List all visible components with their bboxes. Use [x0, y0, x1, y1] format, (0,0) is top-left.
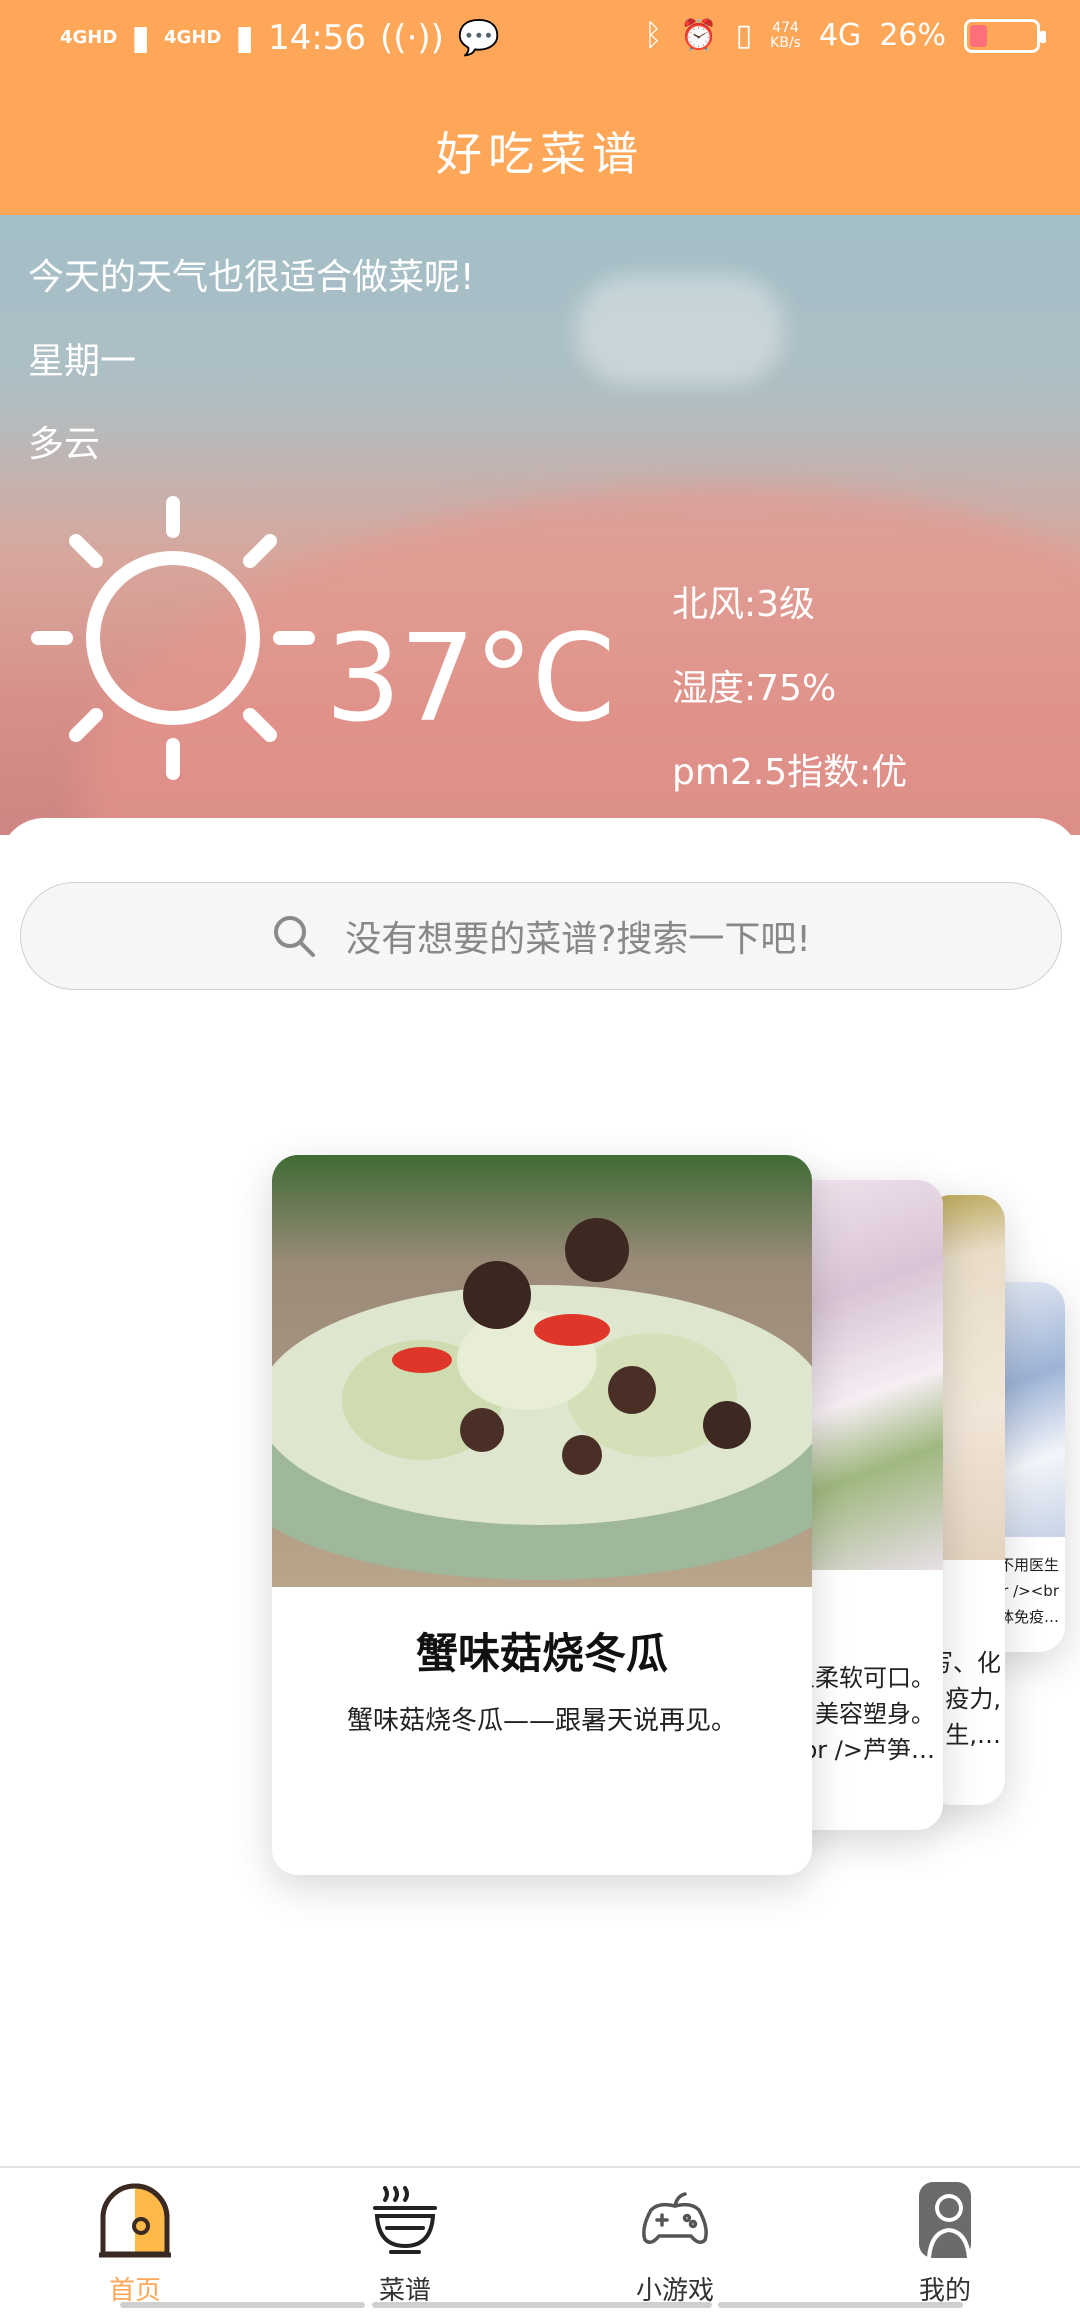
battery-fill	[970, 24, 987, 47]
weather-condition: 多云	[28, 424, 101, 465]
temperature-value: 37°C	[325, 610, 615, 749]
nav-indicator	[718, 2302, 963, 2308]
recipe-image	[272, 1155, 812, 1587]
humidity-info: 湿度:75%	[672, 668, 837, 709]
status-right: ᛒ ⏰ ▯ 474 KB/s 4G 26%	[644, 18, 1046, 53]
clock: 14:56	[268, 18, 367, 58]
pm25-info: pm2.5指数:优	[672, 752, 908, 793]
nav-games[interactable]: 小游戏	[540, 2168, 810, 2316]
signal-1-label: 4GHD	[60, 27, 118, 48]
status-left: 4GHD ▮ 4GHD ▮ 14:56 ((·)) 💬	[60, 18, 500, 58]
recipe-desc-line: br />芦笋…	[802, 1736, 935, 1764]
nfc-icon: ((·))	[380, 18, 444, 58]
gamepad-icon	[642, 2192, 708, 2244]
bottom-nav: 首页 菜谱 小游戏 我的	[0, 2166, 1080, 2316]
battery-percent: 26%	[879, 18, 946, 53]
weather-banner: 今天的天气也很适合做菜呢! 星期一 多云 37°C 北风:3级 湿度:75% p…	[0, 215, 1080, 835]
alarm-icon: ⏰	[680, 18, 718, 53]
profile-icon	[919, 2182, 971, 2258]
search-icon	[274, 916, 316, 957]
message-icon: 💬	[457, 18, 501, 58]
recipe-desc: 且柔软可口。 美容塑身。 br />芦笋…	[791, 1660, 935, 1768]
nav-indicator-bar	[0, 2302, 1080, 2308]
search-input[interactable]: 没有想要的菜谱?搜索一下吧!	[20, 882, 1062, 990]
weather-greeting: 今天的天气也很适合做菜呢!	[28, 257, 475, 298]
search-placeholder: 没有想要的菜谱?搜索一下吧!	[345, 919, 811, 960]
bowl-icon	[373, 2186, 437, 2254]
vibrate-icon: ▯	[735, 18, 753, 53]
net-type: 4G	[818, 18, 862, 53]
network-speed: 474 KB/s	[770, 19, 801, 51]
status-bar: 4GHD ▮ 4GHD ▮ 14:56 ((·)) 💬 ᛒ ⏰ ▯ 474 KB…	[0, 0, 1080, 80]
nav-home[interactable]: 首页	[0, 2168, 270, 2316]
signal-2-label: 4GHD	[164, 27, 222, 48]
home-icon	[99, 2183, 171, 2258]
nav-indicator	[372, 2302, 712, 2308]
nav-recipes[interactable]: 菜谱	[270, 2168, 540, 2316]
recipe-desc-line: 美容塑身。	[815, 1700, 935, 1728]
signal-1-icon: ▮	[131, 18, 151, 58]
sunny-icon	[31, 496, 315, 780]
weather-weekday: 星期一	[28, 341, 137, 382]
nav-indicator	[120, 2302, 365, 2308]
recipe-desc: 蟹味菇烧冬瓜——跟暑天说再见。	[346, 1706, 737, 1736]
battery-icon	[964, 18, 1046, 53]
banner-cloud-decoration	[575, 275, 785, 385]
nav-profile[interactable]: 我的	[810, 2168, 1080, 2316]
wind-info: 北风:3级	[672, 584, 816, 625]
recipe-title: 蟹味菇烧冬瓜	[415, 1629, 668, 1678]
app-header: 4GHD ▮ 4GHD ▮ 14:56 ((·)) 💬 ᛒ ⏰ ▯ 474 KB…	[0, 0, 1080, 215]
bluetooth-icon: ᛒ	[644, 18, 663, 53]
page-title: 好吃菜谱	[436, 127, 644, 181]
recipe-desc-line: 且柔软可口。	[791, 1664, 935, 1692]
recipe-card-featured[interactable]: 蟹味菇烧冬瓜 蟹味菇烧冬瓜——跟暑天说再见。	[272, 1155, 812, 1875]
signal-2-icon: ▮	[235, 18, 255, 58]
